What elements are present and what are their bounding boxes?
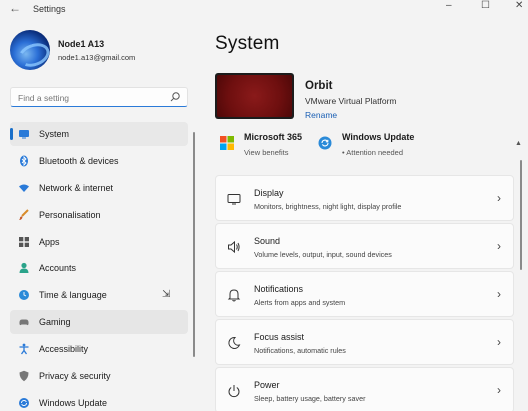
- sidebar-item-label: Time & language: [39, 290, 107, 301]
- sidebar-item-network[interactable]: Network & internet: [10, 176, 188, 200]
- sidebar-item-label: Network & internet: [39, 182, 114, 193]
- search-icon[interactable]: [169, 91, 181, 103]
- quick-link-subtitle: View benefits: [244, 148, 289, 157]
- main-scrollbar[interactable]: [520, 160, 522, 270]
- sidebar-item-label: Apps: [39, 236, 60, 247]
- back-button[interactable]: ←: [9, 1, 21, 15]
- card-title: Sound: [254, 235, 281, 246]
- power-icon: [228, 384, 240, 397]
- sidebar-item-system[interactable]: System: [10, 122, 188, 146]
- sidebar-scrollbar[interactable]: [193, 132, 195, 357]
- avatar[interactable]: [10, 30, 50, 70]
- bluetooth-icon: [18, 155, 30, 167]
- device-name: Orbit: [305, 80, 333, 92]
- windows-update-link[interactable]: Windows Update • Attention needed: [318, 132, 428, 158]
- card-subtitle: Notifications, automatic rules: [254, 345, 346, 355]
- person-icon: [18, 262, 30, 274]
- bell-icon: [227, 289, 241, 302]
- sidebar-item-time-language[interactable]: Time & language ⇲: [10, 283, 188, 307]
- card-subtitle: Volume levels, output, input, sound devi…: [254, 249, 392, 259]
- globe-clock-icon: [18, 289, 30, 301]
- apps-grid-icon: [18, 236, 30, 248]
- display-icon: [227, 194, 241, 205]
- chevron-right-icon: ›: [497, 238, 501, 253]
- sidebar-item-apps[interactable]: Apps: [10, 230, 188, 254]
- sidebar-item-label: Privacy & security: [39, 371, 111, 382]
- chevron-right-icon: ›: [497, 334, 501, 349]
- sidebar-item-label: Gaming: [39, 317, 71, 328]
- rename-link[interactable]: Rename: [305, 110, 337, 120]
- mouse-cursor-icon: ⇲: [162, 289, 171, 301]
- search-box[interactable]: [10, 87, 188, 107]
- card-title: Notifications: [254, 283, 304, 294]
- settings-cards: Display Monitors, brightness, night ligh…: [215, 175, 514, 411]
- sidebar-item-accessibility[interactable]: Accessibility: [10, 337, 188, 361]
- page-title: System: [215, 33, 280, 54]
- accessibility-icon: [18, 343, 30, 355]
- sidebar-item-accounts[interactable]: Accounts: [10, 256, 188, 280]
- microsoft-logo-icon: [220, 136, 234, 150]
- card-title: Display: [254, 188, 284, 198]
- minimize-button[interactable]: –: [446, 0, 452, 11]
- quick-link-title: Windows Update: [342, 132, 415, 142]
- device-thumbnail: [215, 73, 294, 119]
- sidebar-item-bluetooth[interactable]: Bluetooth & devices: [10, 149, 188, 173]
- maximize-button[interactable]: ☐: [481, 0, 490, 11]
- sidebar-item-personalisation[interactable]: Personalisation: [10, 203, 188, 227]
- brush-icon: [18, 208, 30, 221]
- card-display[interactable]: Display Monitors, brightness, night ligh…: [215, 175, 514, 221]
- close-button[interactable]: ✕: [515, 0, 523, 11]
- sidebar-item-label: Bluetooth & devices: [39, 155, 119, 166]
- sidebar-item-privacy[interactable]: Privacy & security: [10, 364, 188, 388]
- chevron-right-icon: ›: [497, 286, 501, 301]
- card-notifications[interactable]: Notifications Alerts from apps and syste…: [215, 270, 514, 317]
- device-model: VMware Virtual Platform: [305, 96, 397, 106]
- card-focus-assist[interactable]: Focus assist Notifications, automatic ru…: [215, 318, 514, 365]
- user-email: node1.a13@gmail.com: [58, 53, 136, 62]
- sidebar-item-windows-update[interactable]: Windows Update: [10, 391, 188, 411]
- card-title: Power: [254, 379, 280, 390]
- search-input[interactable]: [11, 89, 161, 107]
- sidebar-item-label: Personalisation: [39, 209, 101, 220]
- sidebar-item-label: Windows Update: [39, 397, 108, 408]
- sidebar-item-label: Accounts: [39, 263, 77, 274]
- card-power[interactable]: Power Sleep, battery usage, battery save…: [215, 366, 514, 411]
- quick-link-title: Microsoft 365: [244, 132, 303, 142]
- sidebar-item-gaming[interactable]: Gaming: [10, 310, 188, 335]
- card-subtitle: Alerts from apps and system: [254, 297, 346, 307]
- moon-icon: [228, 336, 241, 349]
- card-title: Focus assist: [254, 331, 305, 342]
- gamepad-icon: [18, 316, 30, 328]
- scroll-up-arrow-icon[interactable]: ▲: [515, 140, 522, 147]
- wifi-icon: [18, 182, 30, 194]
- card-subtitle: Sleep, battery usage, battery saver: [254, 393, 366, 403]
- card-subtitle: Monitors, brightness, night light, displ…: [254, 202, 402, 211]
- chevron-right-icon: ›: [497, 191, 501, 205]
- sync-icon: [318, 136, 332, 150]
- sidebar-item-label: System: [39, 129, 70, 139]
- monitor-icon: [18, 128, 30, 140]
- card-sound[interactable]: Sound Volume levels, output, input, soun…: [215, 222, 514, 269]
- title-bar: ← Settings – ☐ ✕: [0, 0, 528, 18]
- speaker-icon: [228, 240, 240, 253]
- chevron-right-icon: ›: [497, 382, 501, 397]
- user-name: Node1 A13: [58, 39, 105, 49]
- quick-link-subtitle: • Attention needed: [342, 148, 404, 157]
- windows-update-icon: [18, 397, 30, 409]
- sidebar-item-label: Accessibility: [39, 344, 89, 355]
- sidebar-nav: System Bluetooth & devices Network & int…: [10, 122, 188, 411]
- app-title: Settings: [33, 4, 66, 14]
- microsoft-365-link[interactable]: Microsoft 365 View benefits: [220, 132, 315, 158]
- shield-icon: [18, 370, 30, 382]
